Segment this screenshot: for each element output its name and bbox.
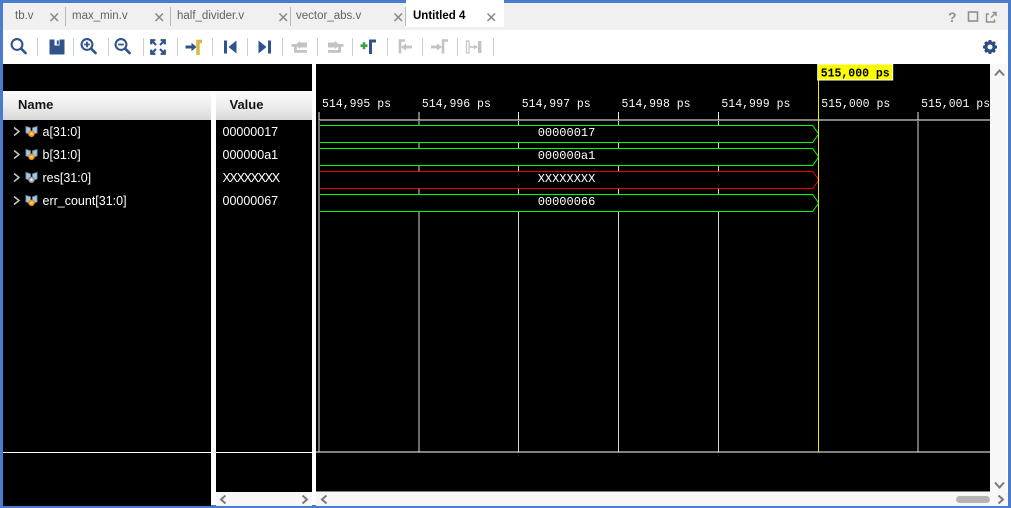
svg-text:515,000 ps: 515,000 ps xyxy=(821,98,890,111)
svg-text:514,999 ps: 514,999 ps xyxy=(721,98,790,111)
svg-text:514,995 ps: 514,995 ps xyxy=(322,98,391,111)
svg-text:?: ? xyxy=(948,9,957,25)
svg-text:515,000 ps: 515,000 ps xyxy=(820,68,889,81)
svg-text:514,998 ps: 514,998 ps xyxy=(621,98,690,111)
svg-text:515,001 ps: 515,001 ps xyxy=(921,98,990,111)
svg-text:00000017: 00000017 xyxy=(537,126,595,140)
svg-text:000000a1: 000000a1 xyxy=(537,149,595,163)
svg-text:514,996 ps: 514,996 ps xyxy=(421,98,490,111)
svg-text:XXXXXXXX: XXXXXXXX xyxy=(537,172,595,186)
svg-text:00000066: 00000066 xyxy=(537,195,595,209)
svg-text:514,997 ps: 514,997 ps xyxy=(521,98,590,111)
